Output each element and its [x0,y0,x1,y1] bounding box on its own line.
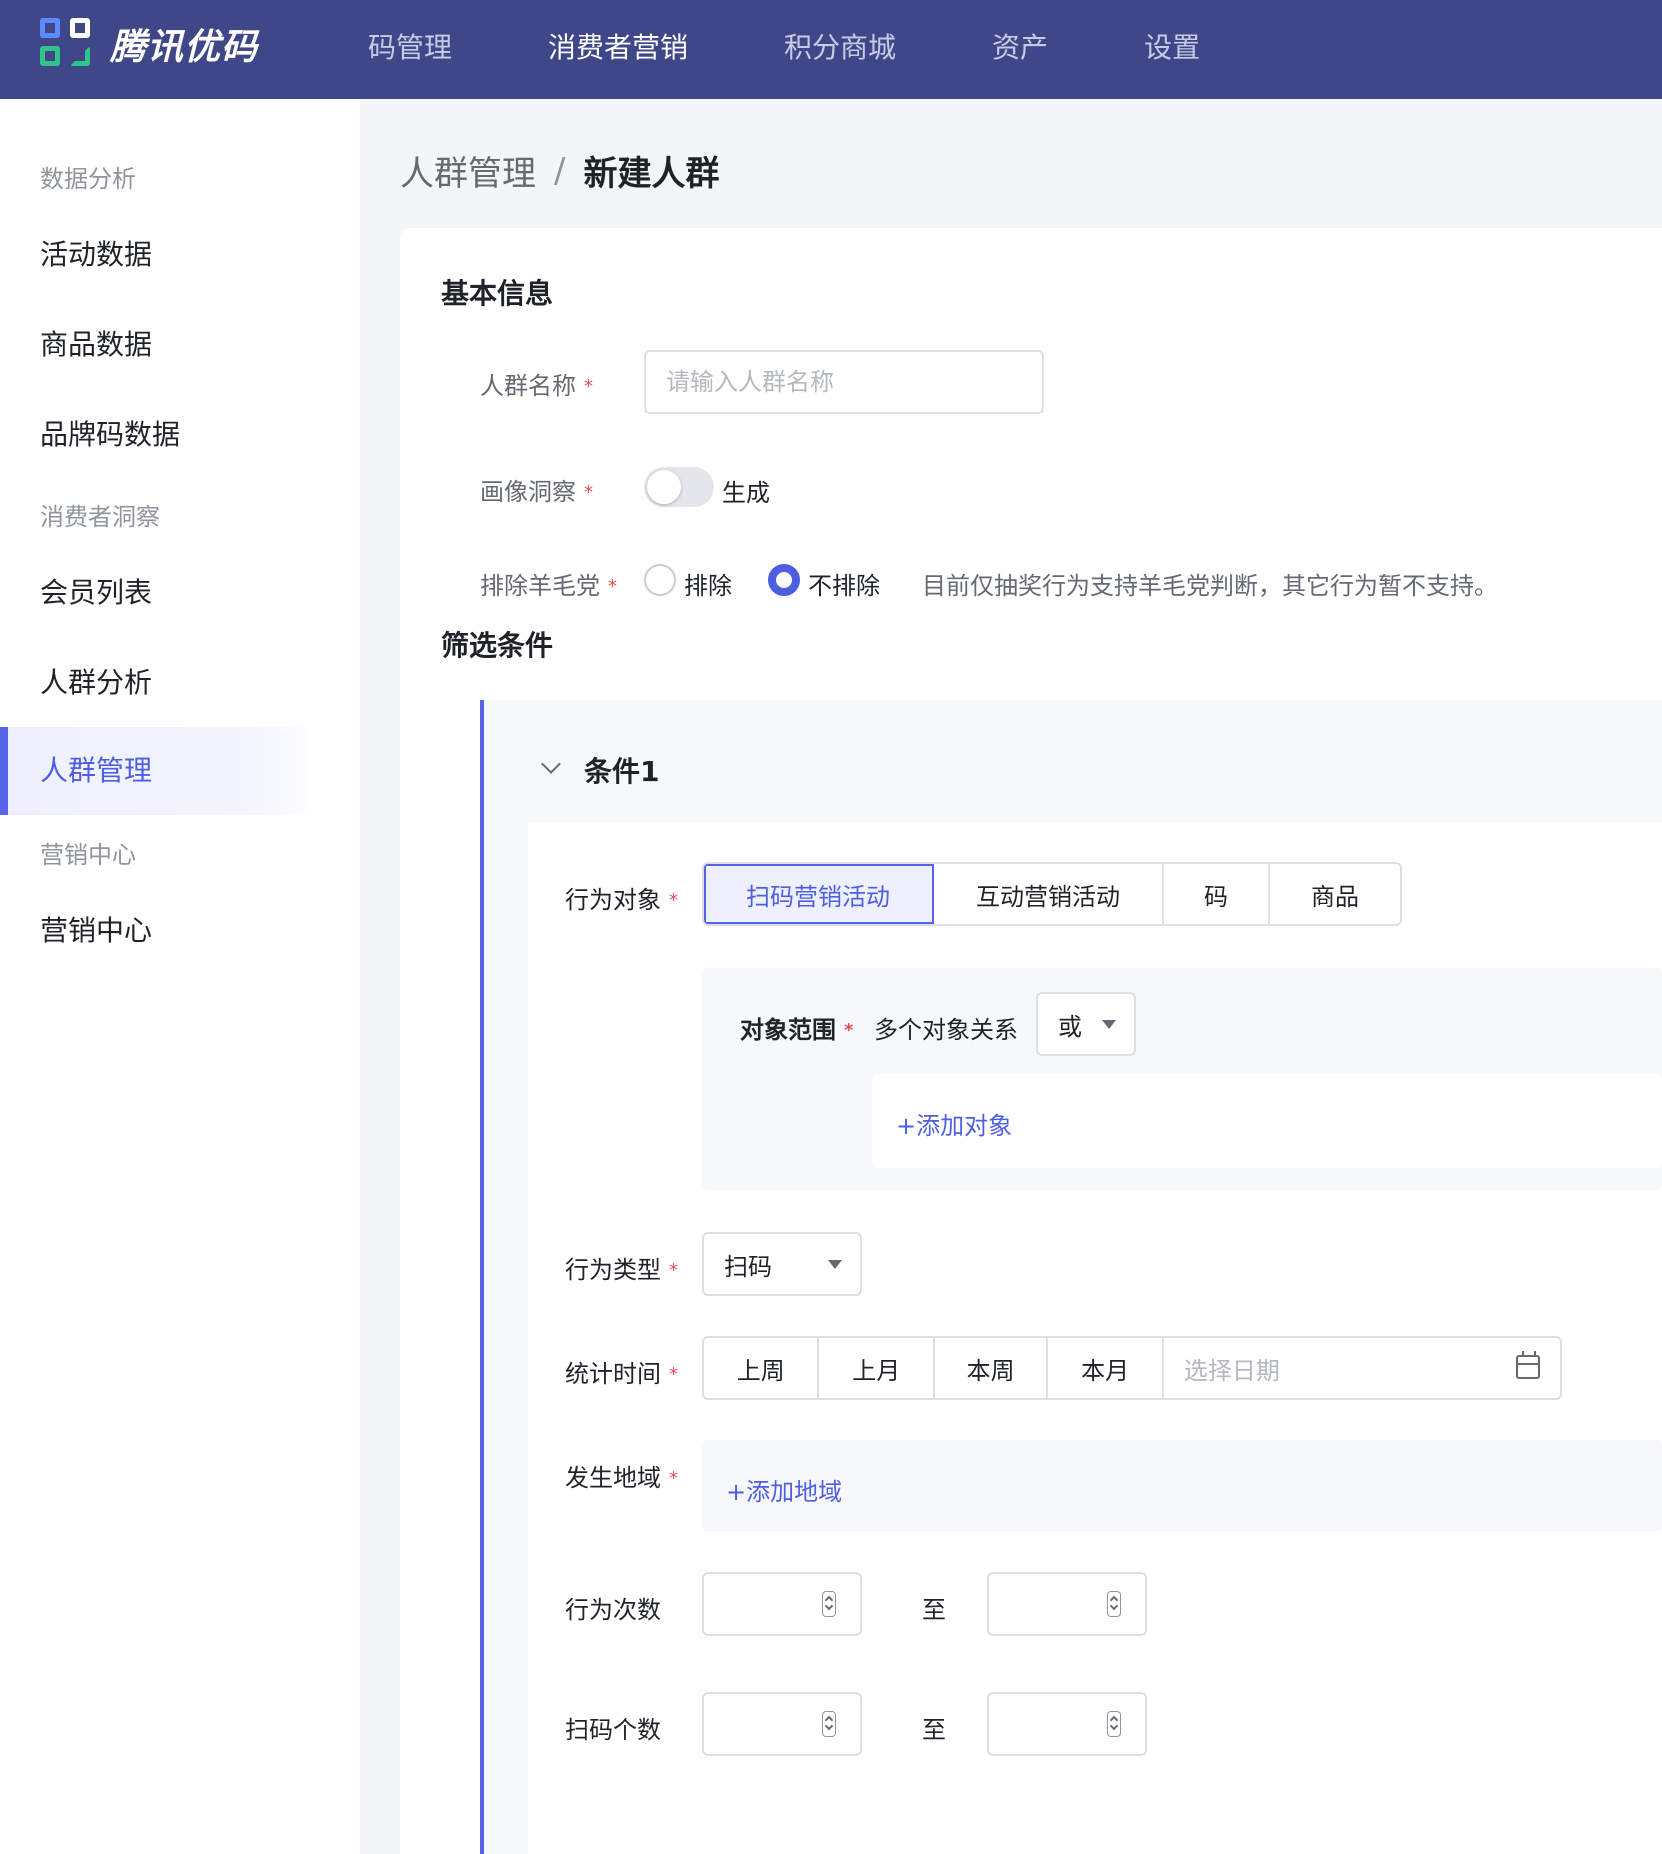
qr-logo-icon [40,18,96,70]
range-to-text: 至 [922,1716,946,1744]
breadcrumb: 人群管理 / 新建人群 [400,146,719,195]
crowd-name-label: 人群名称 * [480,372,593,400]
sidebar-group-consumer-insight: 消费者洞察 [40,503,160,531]
scan-count-label: 扫码个数 [565,1716,661,1744]
relation-select[interactable]: 或 [1036,992,1136,1056]
object-scope-label: 对象范围 * [740,1016,854,1044]
page-title: 新建人群 [583,154,720,194]
target-option-interactive-marketing[interactable]: 互动营销活动 [934,864,1164,924]
top-navigation-bar: 腾讯优码 码管理 消费者营销 积分商城 资产 设置 [0,0,1662,99]
required-mark: * [608,576,617,597]
calendar-icon [1516,1351,1540,1379]
logo[interactable]: 腾讯优码 [40,18,258,70]
behavior-count-max-input[interactable] [987,1572,1147,1636]
stepper-arrows-icon[interactable] [822,1591,836,1617]
region-label: 发生地域 * [565,1464,678,1492]
exclude-radio[interactable] [644,564,676,596]
scan-count-min-input[interactable] [702,1692,862,1756]
toggle-knob [647,470,681,504]
sidebar-item-crowd-analysis[interactable]: 人群分析 [0,639,320,727]
logo-text: 腾讯优码 [110,27,259,68]
add-region-link[interactable]: +添加地域 [726,1472,842,1507]
target-option-scan-marketing[interactable]: 扫码营销活动 [704,864,934,924]
date-picker-placeholder: 选择日期 [1183,1356,1280,1385]
top-nav-points-mall[interactable]: 积分商城 [784,0,896,99]
crowd-name-input[interactable] [644,350,1044,414]
top-nav-code-management[interactable]: 码管理 [368,0,452,99]
sidebar-item-crowd-management[interactable]: 人群管理 [0,727,320,815]
required-mark: * [669,1364,678,1385]
filter-conditions-title: 筛选条件 [441,629,554,662]
required-mark: * [844,1020,854,1041]
range-to-text: 至 [922,1596,946,1624]
behavior-target-label: 行为对象 * [565,886,678,914]
sidebar-group-data-analysis: 数据分析 [40,165,136,193]
target-option-product[interactable]: 商品 [1270,864,1400,924]
region-panel [702,1440,1662,1532]
time-option-last-month[interactable]: 上月 [819,1338,935,1398]
condition-title: 条件1 [584,755,660,788]
sidebar-item-member-list[interactable]: 会员列表 [0,549,320,637]
portrait-toggle-text: 生成 [722,479,770,507]
sidebar-item-activity-data[interactable]: 活动数据 [0,211,320,299]
top-nav-consumer-marketing[interactable]: 消费者营销 [548,0,688,99]
scan-count-max-input[interactable] [987,1692,1147,1756]
chevron-down-icon[interactable] [541,754,561,774]
basic-info-title: 基本信息 [441,277,554,310]
exclude-hint: 目前仅抽奖行为支持羊毛党判断，其它行为暂不支持。 [922,572,1498,600]
required-mark: * [669,1468,678,1489]
behavior-type-value: 扫码 [724,1252,772,1281]
sidebar: 数据分析 活动数据 商品数据 品牌码数据 消费者洞察 会员列表 人群分析 人群管… [0,99,360,1854]
required-mark: * [584,482,593,503]
caret-down-icon [1102,1020,1116,1029]
stepper-arrows-icon[interactable] [822,1711,836,1737]
required-mark: * [669,890,678,911]
behavior-type-label: 行为类型 * [565,1256,678,1284]
exclude-label: 排除羊毛党 * [480,572,617,600]
sidebar-group-marketing-center: 营销中心 [40,841,136,869]
sidebar-item-brand-code-data[interactable]: 品牌码数据 [0,391,320,479]
behavior-target-segmented: 扫码营销活动 互动营销活动 码 商品 [702,862,1402,926]
caret-down-icon [828,1260,842,1269]
required-mark: * [584,376,593,397]
top-nav-settings[interactable]: 设置 [1144,0,1200,99]
stepper-arrows-icon[interactable] [1107,1591,1121,1617]
relation-label: 多个对象关系 [874,1016,1018,1044]
stepper-arrows-icon[interactable] [1107,1711,1121,1737]
relation-select-value: 或 [1058,1012,1082,1041]
exclude-radio-label[interactable]: 排除 [684,566,732,601]
behavior-type-select[interactable]: 扫码 [702,1232,862,1296]
breadcrumb-parent[interactable]: 人群管理 [400,146,536,195]
time-option-this-week[interactable]: 本周 [935,1338,1049,1398]
portrait-insight-toggle[interactable] [644,467,714,507]
target-option-code[interactable]: 码 [1164,864,1270,924]
not-exclude-radio-label[interactable]: 不排除 [808,566,880,601]
time-option-last-week[interactable]: 上周 [704,1338,820,1398]
time-option-this-month[interactable]: 本月 [1048,1338,1164,1398]
behavior-count-min-input[interactable] [702,1572,862,1636]
required-mark: * [669,1260,678,1281]
breadcrumb-separator: / [554,150,566,191]
not-exclude-radio[interactable] [768,564,800,596]
behavior-count-label: 行为次数 [565,1596,661,1624]
top-nav-menu: 码管理 消费者营销 积分商城 资产 设置 [368,0,1296,99]
add-object-link[interactable]: +添加对象 [896,1106,1012,1141]
sidebar-item-marketing-center[interactable]: 营销中心 [0,887,320,975]
stat-time-label: 统计时间 * [565,1360,678,1388]
condition-header[interactable]: 条件1 [541,750,660,790]
top-nav-assets[interactable]: 资产 [992,0,1048,99]
portrait-insight-label: 画像洞察 * [480,478,593,506]
stat-time-segmented: 上周 上月 本周 本月 选择日期 [702,1336,1562,1400]
sidebar-item-product-data[interactable]: 商品数据 [0,301,320,389]
date-picker[interactable]: 选择日期 [1164,1338,1560,1398]
